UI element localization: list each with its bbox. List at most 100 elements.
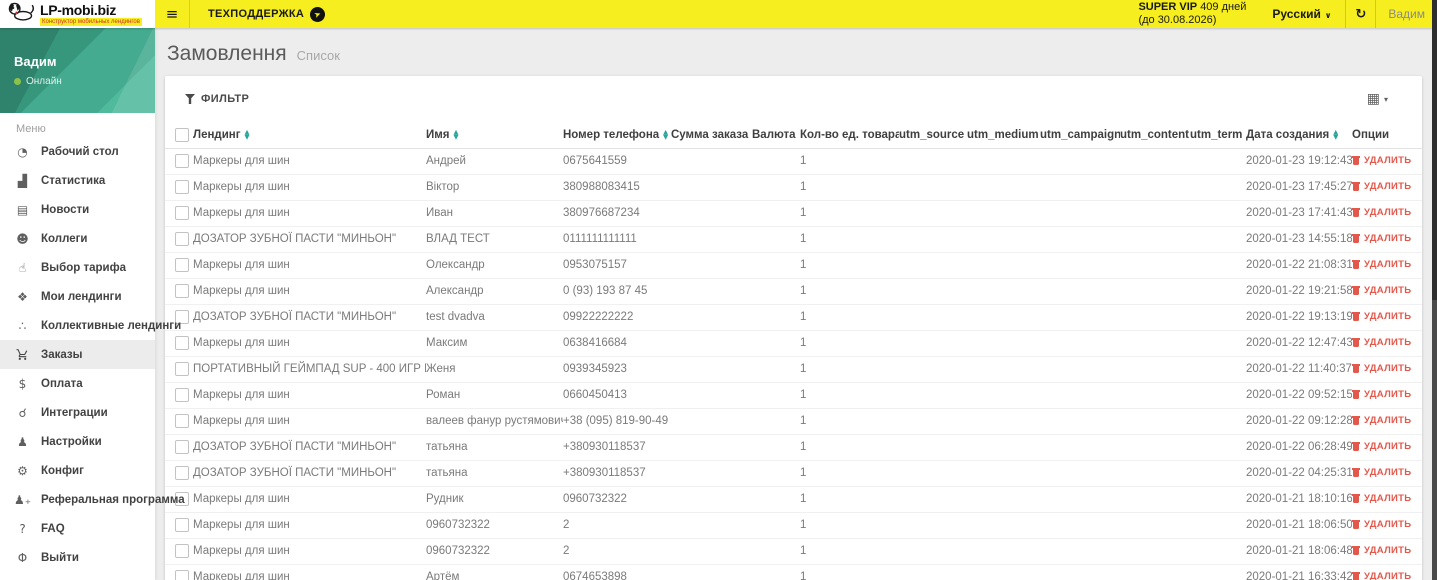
row-checkbox[interactable] (175, 284, 189, 298)
cell-currency (752, 485, 800, 512)
filter-button[interactable]: ФИЛЬТР (185, 93, 249, 105)
window-scrollbar[interactable] (1432, 0, 1437, 580)
cell-select (165, 537, 193, 564)
column-header[interactable]: Лендинг ▲ ▼ (193, 122, 426, 149)
sidebar-item[interactable]: ♟₊ Реферальная программа (0, 485, 185, 514)
table-header-row: Лендинг ▲ ▼ Имя ▲ ▼ Номер телефона ▲ ▼ Сумма зака… (165, 122, 1422, 149)
delete-button[interactable]: УДАЛИТЬ (1352, 441, 1411, 452)
cell-utm-campaign (1040, 173, 1120, 200)
row-checkbox[interactable] (175, 414, 189, 428)
cell-qty: 1 (800, 459, 899, 486)
delete-button[interactable]: УДАЛИТЬ (1352, 155, 1411, 166)
sidebar-item[interactable]: ☻ Коллеги (0, 224, 155, 253)
sidebar-item[interactable]: ▤ Новости (0, 195, 155, 224)
row-checkbox[interactable] (175, 180, 189, 194)
support-button[interactable]: ТЕХПОДДЕРЖКА ➤ (190, 0, 343, 28)
cell-created: 2020-01-22 12:47:43 (1246, 329, 1352, 356)
row-checkbox[interactable] (175, 336, 189, 350)
row-checkbox[interactable] (175, 440, 189, 454)
row-checkbox[interactable] (175, 154, 189, 168)
row-checkbox[interactable] (175, 570, 189, 580)
cell-utm-source (899, 511, 967, 538)
trash-icon (1352, 442, 1360, 451)
sidebar-item[interactable]: ⚙ Конфиг (0, 456, 155, 485)
row-checkbox[interactable] (175, 362, 189, 376)
row-checkbox[interactable] (175, 544, 189, 558)
cell-currency (752, 148, 800, 174)
sidebar-item[interactable]: ▟ Статистика (0, 166, 155, 195)
cell-currency (752, 537, 800, 564)
sidebar-item[interactable]: $ Оплата (0, 369, 155, 398)
sidebar-item[interactable]: ◔ Рабочий стол (0, 137, 155, 166)
cell-options: УДАЛИТЬ (1352, 381, 1422, 408)
delete-button[interactable]: УДАЛИТЬ (1352, 545, 1411, 556)
column-header[interactable]: Дата создания ▲ ▼ (1246, 122, 1352, 149)
sidebar-item[interactable]: ? FAQ (0, 514, 155, 543)
cell-utm-term (1190, 251, 1246, 278)
sidebar-item[interactable]: ❖ Мои лендинги (0, 282, 155, 311)
delete-button[interactable]: УДАЛИТЬ (1352, 207, 1411, 218)
row-checkbox[interactable] (175, 466, 189, 480)
delete-button[interactable]: УДАЛИТЬ (1352, 493, 1411, 504)
cell-utm-term (1190, 329, 1246, 356)
sidebar-item[interactable]: ☝ Выбор тарифа (0, 253, 155, 282)
row-checkbox[interactable] (175, 232, 189, 246)
column-header[interactable]: Номер телефона ▲ ▼ (563, 122, 671, 149)
cell-order-sum (671, 459, 752, 486)
cell-qty: 1 (800, 199, 899, 226)
sidebar-item[interactable]: ♟ Настройки (0, 427, 155, 456)
logo[interactable]: LP-mobi.biz Конструктор мобильных лендин… (0, 0, 155, 28)
row-checkbox[interactable] (175, 206, 189, 220)
language-selector[interactable]: Русский ∨ (1272, 0, 1331, 28)
cell-landing: Маркеры для шин (193, 199, 426, 226)
refresh-button[interactable]: ↻ (1345, 0, 1375, 28)
sidebar-user-name: Вадим (14, 54, 57, 69)
delete-button[interactable]: УДАЛИТЬ (1352, 259, 1411, 270)
cell-qty: 1 (800, 155, 807, 167)
delete-button[interactable]: УДАЛИТЬ (1352, 467, 1411, 478)
delete-button[interactable]: УДАЛИТЬ (1352, 519, 1411, 530)
column-header[interactable]: Имя ▲ ▼ (426, 122, 563, 149)
cell-utm-content (1120, 329, 1190, 356)
cell-select (165, 199, 193, 226)
page-subtitle: Список (296, 48, 340, 63)
cell-select (165, 173, 193, 200)
user-menu[interactable]: Вадим (1375, 0, 1437, 28)
delete-button[interactable]: УДАЛИТЬ (1352, 363, 1411, 374)
cell-currency (752, 303, 800, 330)
delete-button[interactable]: УДАЛИТЬ (1352, 285, 1411, 296)
column-header: Сумма заказа (671, 122, 752, 149)
row-checkbox[interactable] (175, 518, 189, 532)
columns-toggle-button[interactable]: ▦ ▾ (1367, 91, 1388, 107)
sidebar-item[interactable]: Φ Выйти (0, 543, 155, 572)
refresh-icon: ↻ (1355, 6, 1367, 22)
row-checkbox[interactable] (175, 258, 189, 272)
sidebar-item[interactable]: Заказы (0, 340, 155, 369)
cell-phone: 380976687234 (563, 199, 671, 226)
sidebar-toggle-button[interactable]: ≡ (155, 0, 190, 28)
cell-order-sum (671, 199, 752, 226)
delete-button[interactable]: УДАЛИТЬ (1352, 571, 1411, 580)
cell-created: 2020-01-22 06:28:49 (1246, 433, 1352, 460)
cell-currency (752, 433, 800, 460)
select-all-checkbox[interactable] (175, 127, 189, 142)
delete-button[interactable]: УДАЛИТЬ (1352, 233, 1411, 244)
delete-button[interactable]: УДАЛИТЬ (1352, 415, 1411, 426)
cell-qty: 1 (800, 407, 899, 434)
sidebar-item[interactable]: ∴ Коллективные лендинги (0, 311, 182, 340)
scrollbar-thumb[interactable] (1432, 0, 1437, 300)
dog-logo-icon (6, 1, 36, 27)
row-checkbox[interactable] (175, 388, 189, 402)
sidebar-item[interactable]: ☌ Интеграции (0, 398, 155, 427)
cell-options: УДАЛИТЬ (1352, 199, 1422, 226)
delete-button[interactable]: УДАЛИТЬ (1352, 337, 1411, 348)
delete-button[interactable]: УДАЛИТЬ (1352, 181, 1411, 192)
cell-select (165, 459, 193, 486)
trash-icon (1352, 182, 1360, 191)
delete-button[interactable]: УДАЛИТЬ (1352, 311, 1411, 322)
cell-currency (752, 511, 800, 538)
delete-button[interactable]: УДАЛИТЬ (1352, 389, 1411, 400)
cell-utm-medium (967, 355, 1040, 382)
cell-utm-term (1190, 199, 1246, 226)
cell-select (165, 277, 193, 304)
